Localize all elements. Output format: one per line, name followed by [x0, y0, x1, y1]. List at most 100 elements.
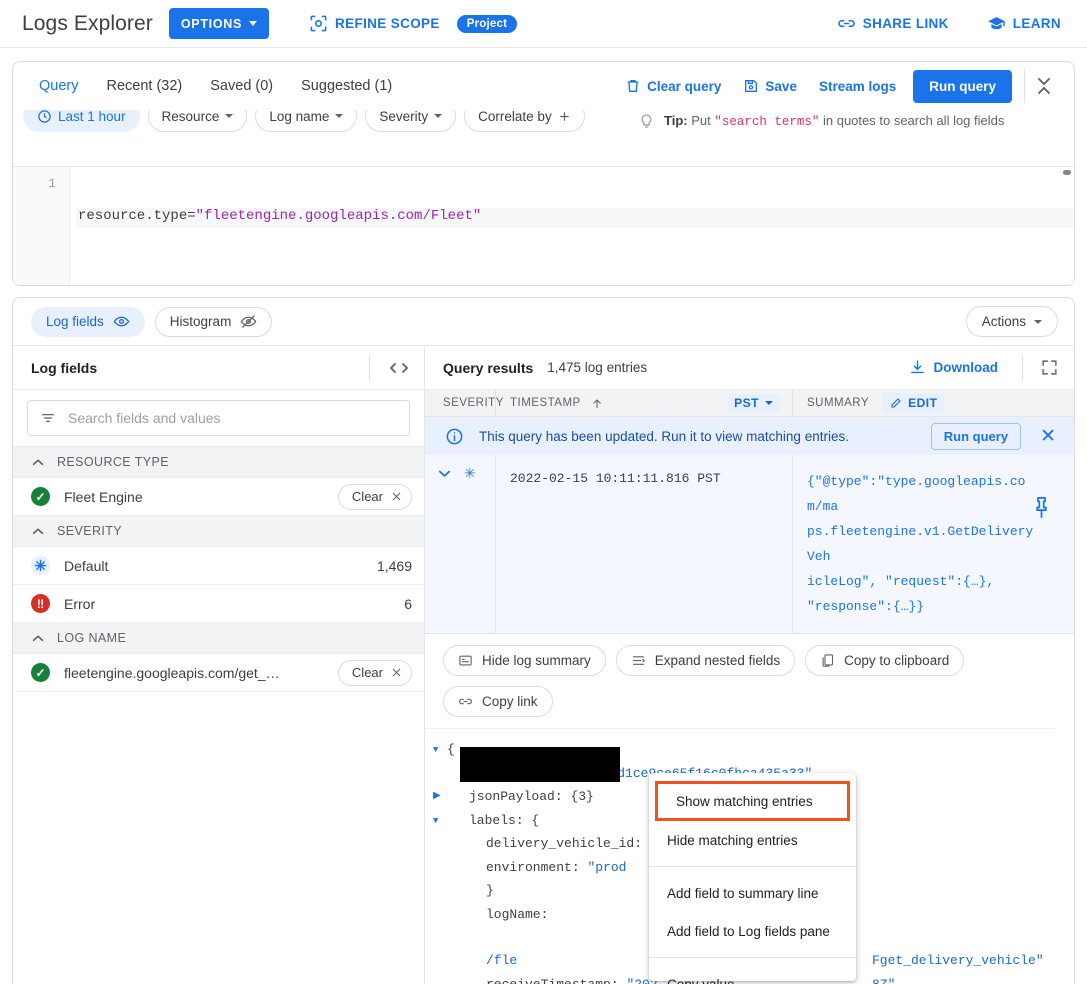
copy-link-button[interactable]: Copy link: [443, 686, 553, 717]
action-label: Copy link: [482, 694, 538, 709]
log-entry-summary[interactable]: {"@type":"type.googleapis.com/ma ps.flee…: [792, 455, 1074, 633]
log-field-row-log-name[interactable]: ✓ fleetengine.googleapis.com/get_… Clear: [13, 654, 424, 692]
log-field-row-error[interactable]: ‼ Error 6: [13, 585, 424, 623]
menu-item-add-field-to-log-fields-pane[interactable]: Add field to Log fields pane: [649, 912, 856, 950]
json-value[interactable]: /fle: [486, 953, 517, 968]
menu-item-show-matching-entries[interactable]: Show matching entries: [655, 781, 850, 821]
group-label: SEVERITY: [57, 524, 123, 538]
crop-free-icon: [309, 14, 328, 33]
stream-logs-button[interactable]: Stream logs: [808, 69, 907, 103]
tab-suggested[interactable]: Suggested (1): [287, 63, 406, 110]
search-fields-box[interactable]: [27, 400, 410, 436]
json-value-tail[interactable]: Fget_delivery_vehicle": [872, 949, 1044, 973]
column-summary[interactable]: SUMMARY EDIT: [792, 389, 1074, 417]
copy-to-clipboard-button[interactable]: Copy to clipboard: [805, 645, 965, 676]
field-context-menu[interactable]: Show matching entries Hide matching entr…: [649, 773, 856, 984]
log-entry-row[interactable]: ✳ 2022-02-15 10:11:11.816 PST {"@type":"…: [425, 455, 1074, 634]
editor-code[interactable]: resource.type="fleetengine.googleapis.co…: [70, 167, 1074, 285]
collapse-arrow-icon[interactable]: ▼: [433, 739, 438, 763]
search-input[interactable]: [66, 409, 397, 427]
expand-nested-fields-button[interactable]: Expand nested fields: [615, 645, 796, 676]
tab-saved[interactable]: Saved (0): [196, 63, 287, 110]
asterisk-icon: ✳: [31, 556, 50, 575]
column-timestamp-label: TIMESTAMP: [510, 397, 581, 409]
expand-arrow-icon[interactable]: ▶: [433, 785, 441, 809]
code-brackets-icon[interactable]: [369, 354, 412, 381]
refine-scope-button[interactable]: REFINE SCOPE Project: [309, 14, 518, 33]
tab-log-fields[interactable]: Log fields: [31, 306, 145, 337]
tab-query[interactable]: Query: [25, 63, 93, 110]
resource-chip[interactable]: Resource: [147, 110, 248, 132]
column-severity[interactable]: SEVERITY: [425, 397, 503, 409]
school-icon: [987, 14, 1006, 33]
save-button[interactable]: Save: [732, 69, 808, 103]
group-header-log-name[interactable]: LOG NAME: [13, 623, 424, 654]
json-key[interactable]: delivery_vehicle_id: [486, 836, 634, 851]
json-key[interactable]: jsonPayload: [469, 789, 555, 804]
log-name-chip[interactable]: Log name: [255, 110, 358, 132]
timezone-label: PST: [734, 396, 759, 410]
group-label: RESOURCE TYPE: [57, 455, 169, 469]
log-name-chip-label: Log name: [269, 110, 330, 124]
pin-icon[interactable]: [1031, 495, 1052, 520]
tab-histogram[interactable]: Histogram: [154, 306, 273, 337]
group-header-severity[interactable]: SEVERITY: [13, 516, 424, 547]
run-query-button[interactable]: Run query: [913, 69, 1012, 103]
learn-button[interactable]: LEARN: [987, 14, 1061, 33]
collapse-arrow-icon[interactable]: ▼: [433, 810, 438, 834]
json-value-tail[interactable]: 8Z": [872, 973, 895, 984]
chevron-down-icon[interactable]: [437, 469, 452, 478]
clear-label: Clear: [351, 489, 383, 504]
group-header-resource-type[interactable]: RESOURCE TYPE: [13, 447, 424, 478]
editor-scrollbar-thumb[interactable]: [1063, 170, 1071, 175]
json-value[interactable]: "prod: [587, 860, 626, 875]
timezone-selector[interactable]: PST: [727, 394, 780, 412]
log-field-count: 1,469: [376, 557, 412, 574]
close-icon[interactable]: ✕: [1036, 425, 1060, 448]
download-icon: [909, 359, 926, 376]
summary-line: ps.fleetengine.v1.GetDeliveryVeh: [807, 524, 1034, 564]
correlate-by-chip[interactable]: Correlate by: [464, 110, 585, 132]
fullscreen-icon[interactable]: [1022, 354, 1058, 381]
unfold-less-icon[interactable]: [1024, 69, 1062, 103]
json-key[interactable]: environment: [486, 860, 572, 875]
json-key[interactable]: labels: [469, 813, 516, 828]
chevron-up-icon: [31, 527, 45, 536]
time-range-label: Last 1 hour: [58, 110, 126, 124]
log-field-row-fleet-engine[interactable]: ✓ Fleet Engine Clear: [13, 478, 424, 516]
json-key[interactable]: logName: [486, 907, 541, 922]
json-value[interactable]: {3}: [570, 789, 593, 804]
clear-filter-button[interactable]: Clear: [337, 659, 412, 686]
log-entry-actions: Hide log summary Expand nested fields Co…: [425, 634, 1055, 729]
results-column-header: SEVERITY TIMESTAMP PST SUMMARY EDIT: [425, 389, 1074, 417]
query-updated-banner: This query has been updated. Run it to v…: [425, 417, 1074, 455]
time-range-chip[interactable]: Last 1 hour: [23, 110, 140, 132]
clear-query-button[interactable]: Clear query: [614, 69, 732, 103]
column-timestamp[interactable]: TIMESTAMP PST: [495, 389, 792, 417]
download-button[interactable]: Download: [903, 358, 1005, 377]
pencil-icon: [890, 397, 902, 409]
scope-chip[interactable]: Project: [456, 14, 518, 33]
edit-summary-button[interactable]: EDIT: [882, 393, 946, 413]
menu-item-copy-value[interactable]: Copy value: [649, 965, 856, 984]
json-key[interactable]: receiveTimestamp: [486, 977, 611, 984]
filter-chip-row: Last 1 hour Resource Log name Severity C…: [13, 110, 645, 166]
page-title: Logs Explorer: [22, 11, 153, 35]
banner-run-query-button[interactable]: Run query: [930, 422, 1022, 450]
hide-log-summary-button[interactable]: Hide log summary: [443, 645, 606, 676]
options-button[interactable]: OPTIONS: [168, 8, 270, 39]
log-fields-title: Log fields: [31, 359, 98, 376]
share-link-button[interactable]: SHARE LINK: [837, 14, 949, 33]
clear-filter-button[interactable]: Clear: [337, 483, 412, 510]
arrow-up-icon[interactable]: [591, 397, 603, 410]
menu-item-add-field-to-summary-line[interactable]: Add field to summary line: [649, 874, 856, 912]
tab-recent[interactable]: Recent (32): [93, 63, 197, 110]
log-field-row-default[interactable]: ✳ Default 1,469: [13, 547, 424, 585]
actions-button[interactable]: Actions: [965, 306, 1058, 337]
severity-chip[interactable]: Severity: [365, 110, 457, 132]
json-value: {: [531, 812, 540, 828]
query-toolbar: Clear query Save Stream logs Run query: [614, 69, 1062, 103]
query-editor[interactable]: 1 resource.type="fleetengine.googleapis.…: [13, 166, 1074, 285]
editor-scrollbar[interactable]: [1061, 166, 1072, 283]
menu-item-hide-matching-entries[interactable]: Hide matching entries: [649, 821, 856, 859]
